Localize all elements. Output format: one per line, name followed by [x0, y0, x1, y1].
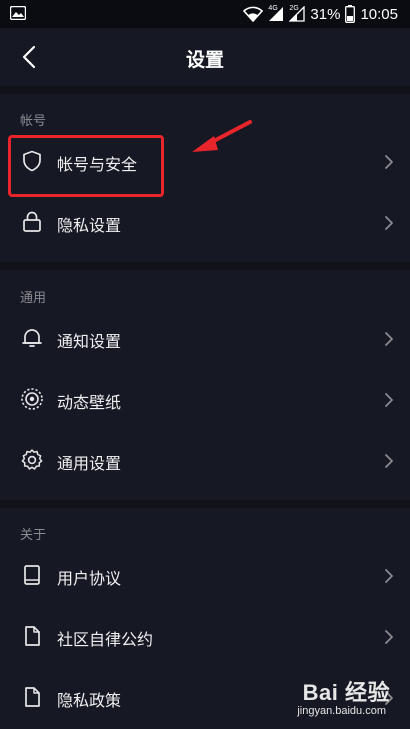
settings-item-community-guidelines[interactable]: 社区自律公约	[0, 607, 410, 667]
bell-icon	[22, 329, 42, 347]
status-bar: 4G 2G 31% 10:05	[0, 0, 410, 28]
settings-item-notifications[interactable]: 通知设置	[0, 309, 410, 369]
settings-item-privacy[interactable]: 隐私设置	[0, 193, 410, 253]
chevron-right-icon	[385, 569, 393, 583]
watermark-logo: Bai 经验	[302, 680, 390, 705]
network-type-label: 4G	[268, 5, 278, 12]
annotation-highlight-box	[8, 135, 164, 197]
annotation-arrow-icon	[192, 120, 252, 152]
section-divider	[0, 86, 410, 94]
section-divider	[0, 500, 410, 508]
document-icon	[25, 626, 40, 646]
gear-icon	[21, 449, 43, 470]
battery-icon	[345, 5, 356, 23]
chevron-right-icon	[385, 332, 393, 346]
page-title: 设置	[185, 49, 224, 71]
gallery-notification-icon	[10, 6, 26, 20]
book-icon	[24, 565, 40, 585]
section-label-general: 通用	[20, 291, 47, 306]
settings-screen: 4G 2G 31% 10:05 设置 帐号 帐号与安全 隐私设置 通用 通知设置…	[0, 0, 410, 729]
settings-item-label: 隐私政策	[57, 691, 122, 710]
settings-item-user-agreement[interactable]: 用户协议	[0, 546, 410, 606]
clock: 10:05	[360, 5, 398, 23]
settings-item-label: 通用设置	[57, 454, 122, 473]
chevron-right-icon	[385, 216, 393, 230]
settings-item-live-wallpaper[interactable]: 动态壁纸	[0, 370, 410, 430]
wifi-icon	[243, 6, 264, 22]
chevron-right-icon	[385, 454, 393, 468]
chevron-right-icon	[385, 630, 393, 644]
section-divider	[0, 262, 410, 270]
settings-item-label: 动态壁纸	[57, 393, 122, 412]
settings-item-label: 用户协议	[57, 569, 122, 588]
section-label-account: 帐号	[20, 114, 47, 129]
settings-item-label: 隐私设置	[57, 216, 122, 235]
live-wallpaper-icon	[21, 388, 43, 410]
document-icon	[25, 687, 40, 707]
settings-item-label: 通知设置	[57, 332, 122, 351]
lock-icon	[23, 211, 41, 232]
settings-item-label: 社区自律公约	[57, 630, 154, 649]
watermark-url: jingyan.baidu.com	[297, 705, 386, 717]
battery-percentage: 31%	[310, 5, 341, 23]
section-label-about: 关于	[20, 528, 47, 543]
baidu-jingyan-watermark: Bai 经验 jingyan.baidu.com	[270, 675, 390, 723]
chevron-right-icon	[385, 155, 393, 169]
settings-item-general[interactable]: 通用设置	[0, 431, 410, 491]
header: 设置	[0, 28, 410, 86]
chevron-right-icon	[385, 393, 393, 407]
network-type-label-2: 2G	[289, 5, 299, 12]
